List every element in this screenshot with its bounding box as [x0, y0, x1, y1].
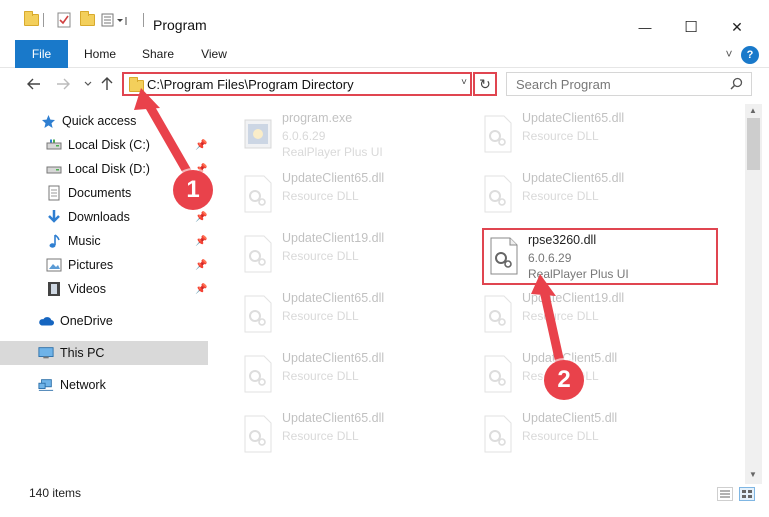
step-1-callout: 1	[173, 170, 213, 210]
annotation-arrows	[134, 88, 567, 377]
step-2-callout: 2	[544, 360, 584, 400]
